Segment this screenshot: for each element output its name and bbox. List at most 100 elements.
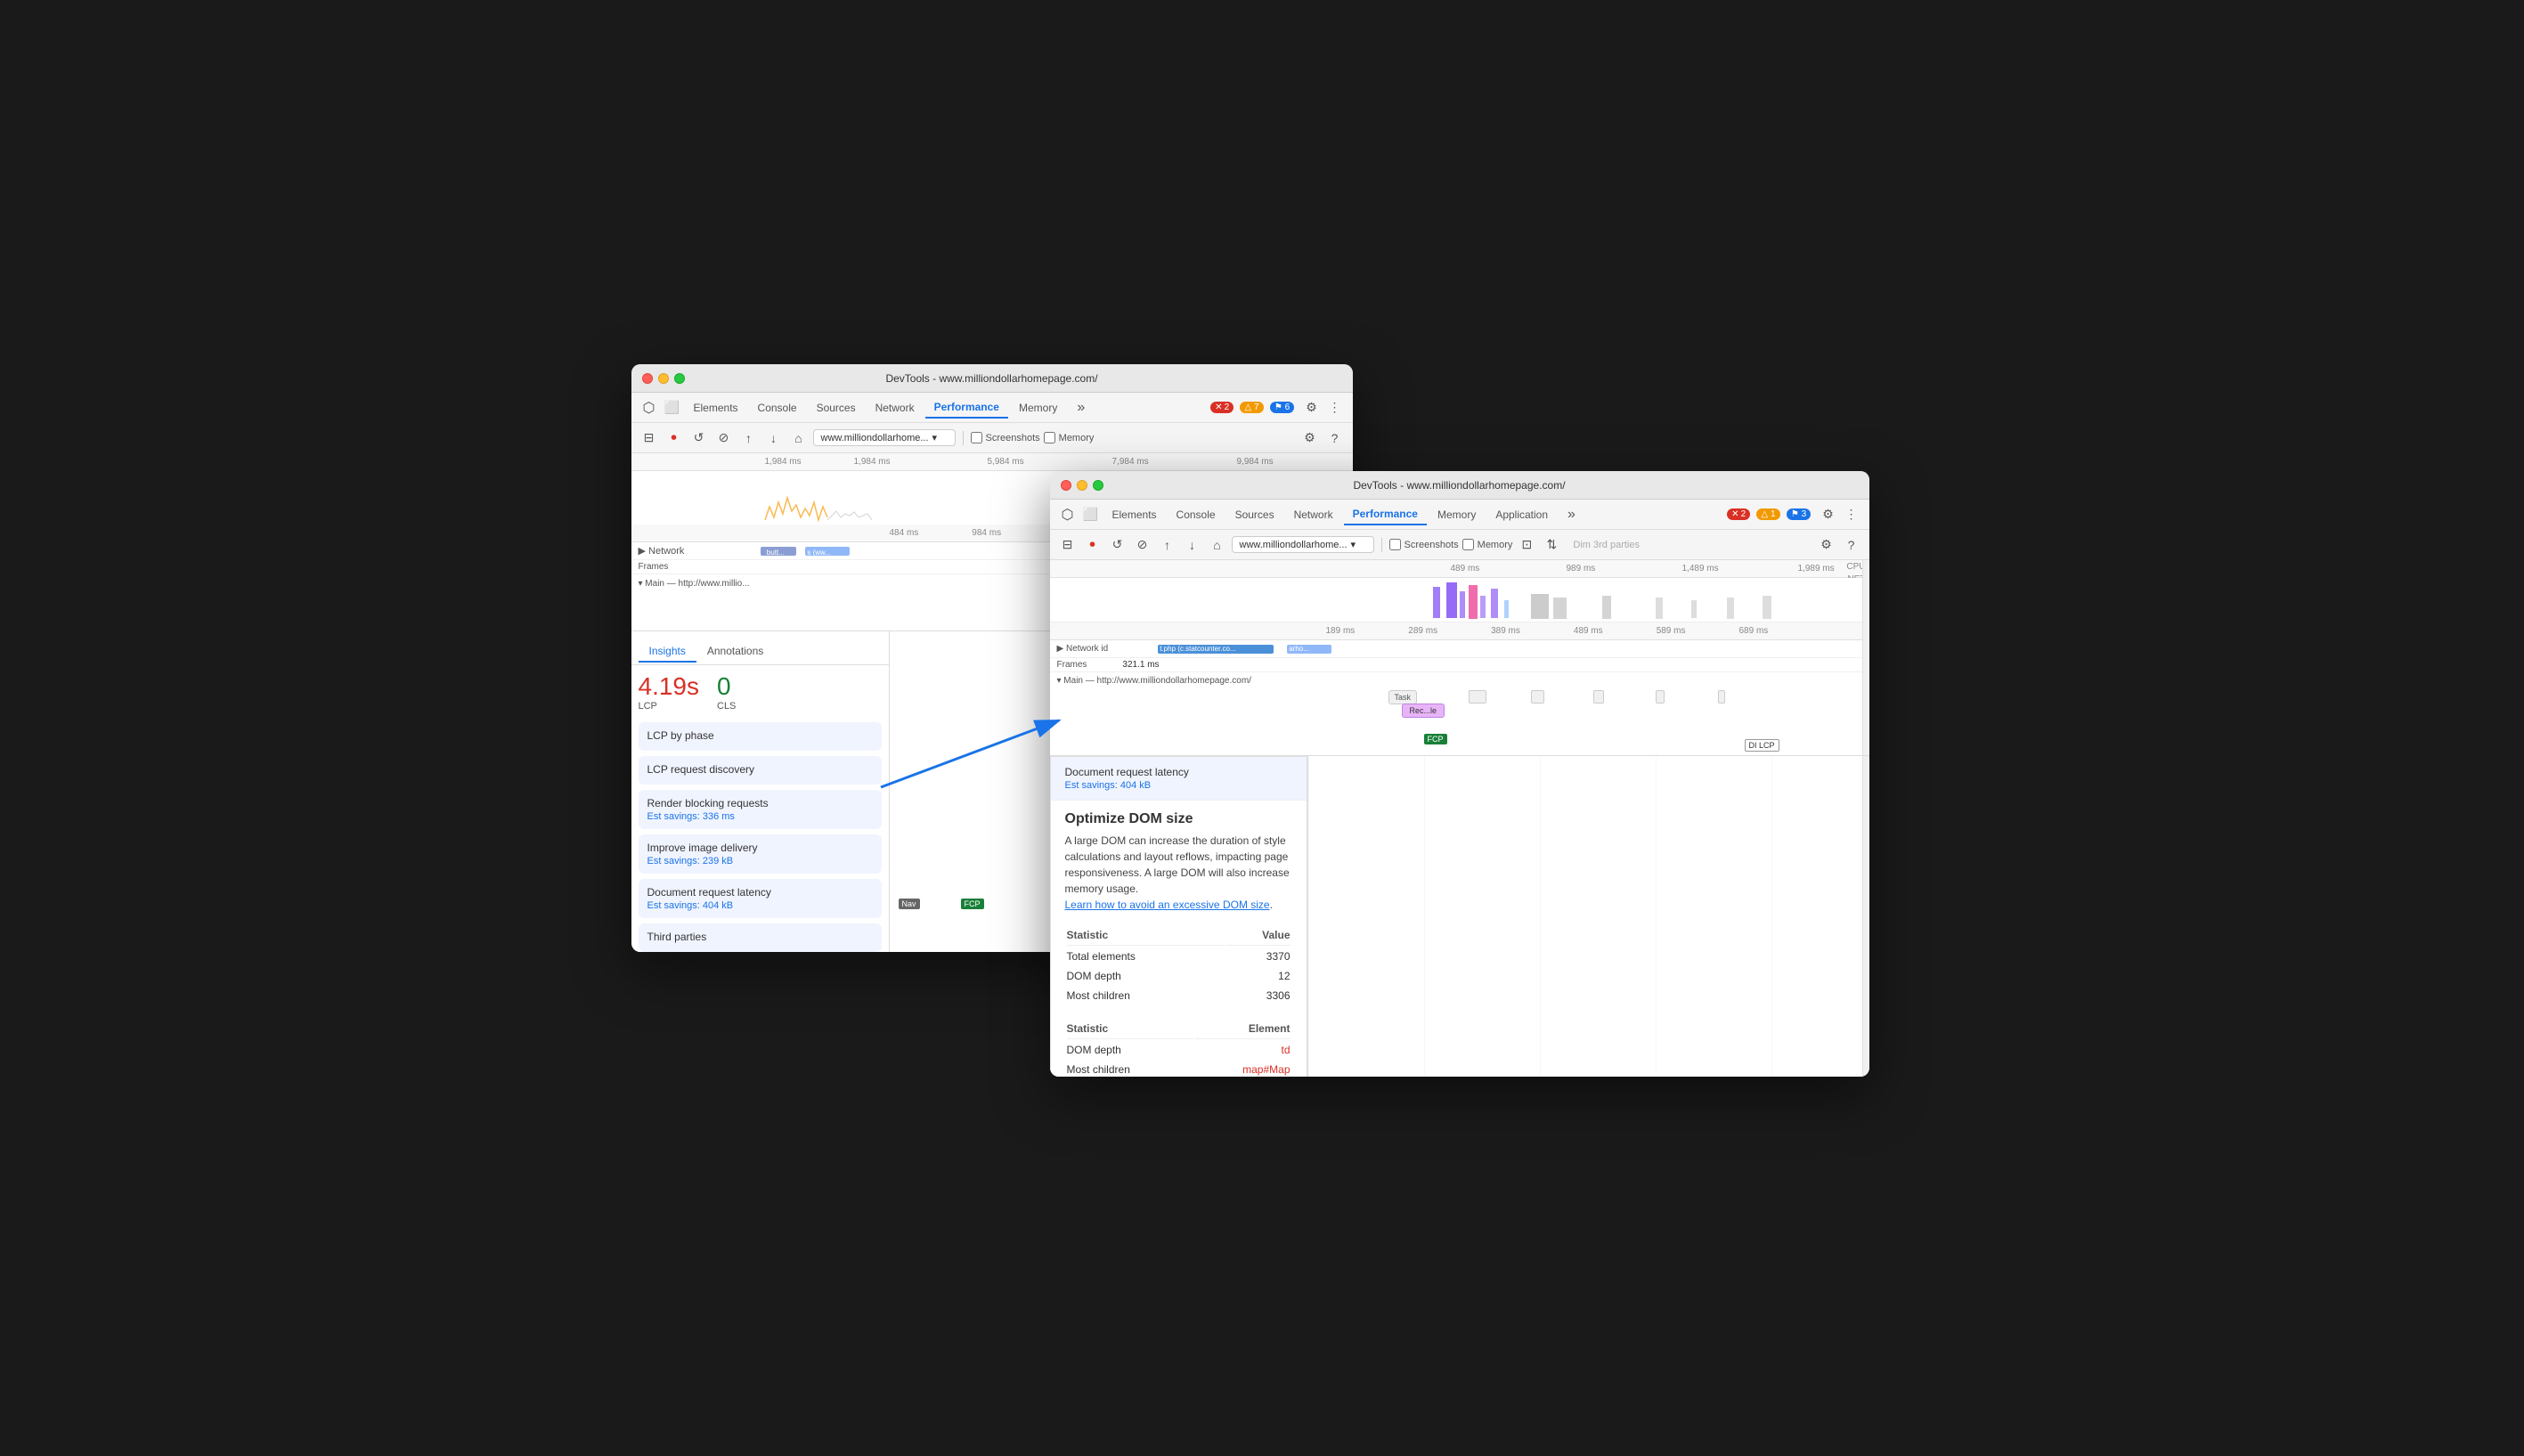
reload-btn-front[interactable]: ↺ (1107, 534, 1128, 556)
back-insight-row[interactable]: Document request latency Est savings: 40… (1051, 757, 1307, 801)
traffic-lights-back[interactable] (642, 373, 685, 384)
info-badge-front: ⚑ 3 (1787, 508, 1811, 520)
elem-row-2: Most children map#Map (1067, 1061, 1290, 1077)
help-btn-back[interactable]: ? (1324, 427, 1346, 449)
recle-chip: Rec...le (1402, 704, 1445, 718)
toggle-sidebar-btn[interactable]: ⬡ (639, 397, 660, 419)
task-bar-5 (1656, 690, 1665, 704)
cls-value: 0 (717, 672, 736, 701)
url-bar-back[interactable]: www.milliondollarhome... ▾ (813, 429, 956, 446)
toggle-sidebar-btn-front[interactable]: ⬡ (1057, 504, 1079, 525)
tab-performance-front[interactable]: Performance (1344, 504, 1427, 525)
camera-btn-front[interactable]: ⊡ (1516, 534, 1537, 556)
close-button-back[interactable] (642, 373, 653, 384)
overlay-description: A large DOM can increase the duration of… (1065, 833, 1292, 913)
title-bar-front: DevTools - www.milliondollarhomepage.com… (1050, 471, 1869, 500)
main-scrollbar-front[interactable] (1862, 756, 1869, 1077)
minimize-button-back[interactable] (658, 373, 669, 384)
toggle-panel-btn-front[interactable]: ⊟ (1057, 534, 1079, 556)
url-bar-front[interactable]: www.milliondollarhome... ▾ (1232, 536, 1374, 553)
settings-btn-back[interactable]: ⚙ (1301, 397, 1323, 419)
tab-sources-front[interactable]: Sources (1226, 505, 1283, 525)
insight-render-blocking[interactable]: Render blocking requests Est savings: 33… (639, 790, 882, 829)
tab-elements[interactable]: Elements (685, 398, 747, 418)
net-req-1: t.php (c.statcounter.co... (1158, 645, 1274, 654)
stat-row-1: Total elements 3370 (1067, 948, 1290, 965)
tab-sources[interactable]: Sources (808, 398, 865, 418)
tab-memory[interactable]: Memory (1010, 398, 1066, 418)
maximize-button-back[interactable] (674, 373, 685, 384)
download-btn-front[interactable]: ↓ (1182, 534, 1203, 556)
elem-row-1: DOM depth td (1067, 1041, 1290, 1059)
close-button-front[interactable] (1061, 480, 1071, 491)
home-btn-front[interactable]: ⌂ (1207, 534, 1228, 556)
record-btn-back[interactable]: ⏺ (664, 427, 685, 449)
timeline-scrollbar-front[interactable] (1862, 560, 1869, 755)
home-btn-back[interactable]: ⌂ (788, 427, 810, 449)
screenshots-checkbox-front[interactable]: Screenshots (1389, 539, 1459, 550)
insight-doc-latency[interactable]: Document request latency Est savings: 40… (639, 879, 882, 918)
traffic-lights-front[interactable] (1061, 480, 1103, 491)
upload-btn-front[interactable]: ↑ (1157, 534, 1178, 556)
clear-btn-front[interactable]: ⊘ (1132, 534, 1153, 556)
stats-table-2: Statistic Element DOM depth td (1065, 1017, 1292, 1077)
task-bar-2 (1469, 690, 1486, 704)
task-bar-4 (1593, 690, 1604, 704)
task-chip: Task (1388, 690, 1418, 704)
tab-console-front[interactable]: Console (1168, 505, 1225, 525)
timeline-ruler-back: 1,984 ms 1,984 ms 5,984 ms 7,984 ms 9,98… (631, 453, 1353, 471)
insights-panel-back: Insights Annotations 4.19s LCP 0 CLS (631, 631, 890, 952)
tab-network[interactable]: Network (867, 398, 924, 418)
insight-image-delivery[interactable]: Improve image delivery Est savings: 239 … (639, 834, 882, 874)
reload-btn-back[interactable]: ↺ (688, 427, 710, 449)
tab-insights-back[interactable]: Insights (639, 641, 696, 663)
clear-btn-back[interactable]: ⊘ (713, 427, 735, 449)
tab-application-front[interactable]: Application (1486, 505, 1557, 525)
memory-checkbox-front[interactable]: Memory (1462, 539, 1513, 550)
warn-badge-front: △ 1 (1756, 508, 1779, 520)
more-btn-front[interactable]: ⋮ (1841, 504, 1862, 525)
memory-checkbox-back[interactable]: Memory (1044, 432, 1095, 443)
tab-memory-front[interactable]: Memory (1429, 505, 1485, 525)
net-bar-2: s (ww... (805, 547, 850, 556)
insight-lcp-phase[interactable]: LCP by phase (639, 722, 882, 751)
tab-elements-front[interactable]: Elements (1103, 505, 1166, 525)
toggle-panel-btn-back[interactable]: ⊟ (639, 427, 660, 449)
net-req-2: arho... (1287, 645, 1331, 654)
maximize-button-front[interactable] (1093, 480, 1103, 491)
settings-perf-btn-front[interactable]: ⚙ (1816, 534, 1837, 556)
minimize-button-front[interactable] (1077, 480, 1087, 491)
insight-third-parties-back[interactable]: Third parties (639, 923, 882, 952)
main-tabs-bar-front: ⬡ ⬜ Elements Console Sources Network Per… (1050, 500, 1869, 530)
screenshots-checkbox-back[interactable]: Screenshots (971, 432, 1040, 443)
task-bar-6 (1718, 690, 1725, 704)
help-btn-front[interactable]: ? (1841, 534, 1862, 556)
tab-more-front[interactable]: » (1559, 503, 1584, 526)
tab-performance[interactable]: Performance (925, 397, 1008, 419)
learn-link[interactable]: Learn how to avoid an excessive DOM size (1065, 899, 1270, 911)
inspect-btn-front[interactable]: ⬜ (1080, 504, 1102, 525)
fcp-badge-back: FCP (961, 899, 984, 909)
sync-btn-front[interactable]: ⇅ (1541, 534, 1562, 556)
inspect-btn[interactable]: ⬜ (662, 397, 683, 419)
tab-more[interactable]: » (1068, 396, 1094, 419)
tab-annotations-back[interactable]: Annotations (696, 641, 774, 663)
settings-perf-btn-back[interactable]: ⚙ (1299, 427, 1321, 449)
lcp-label: LCP (639, 701, 700, 712)
record-btn-front[interactable]: ⏺ (1082, 534, 1103, 556)
stat-header-1: Statistic (1067, 925, 1225, 946)
upload-btn-back[interactable]: ↑ (738, 427, 760, 449)
task-bar-3 (1531, 690, 1544, 704)
settings-btn-front[interactable]: ⚙ (1818, 504, 1839, 525)
elem-header-2: Element (1195, 1019, 1290, 1039)
toolbar-back: ⊟ ⏺ ↺ ⊘ ↑ ↓ ⌂ www.milliondollarhome... ▾… (631, 423, 1353, 453)
insights-panel-front: Insights Annotations Document request la… (1050, 756, 1308, 1077)
di-lcp-badge: DI LCP (1745, 739, 1779, 752)
download-btn-back[interactable]: ↓ (763, 427, 785, 449)
sep1 (963, 431, 964, 445)
more-btn-back[interactable]: ⋮ (1324, 397, 1346, 419)
insight-lcp-request[interactable]: LCP request discovery (639, 756, 882, 785)
main-row-front: ▾ Main — http://www.milliondollarhomepag… (1050, 672, 1869, 726)
tab-console[interactable]: Console (749, 398, 806, 418)
tab-network-front[interactable]: Network (1285, 505, 1342, 525)
